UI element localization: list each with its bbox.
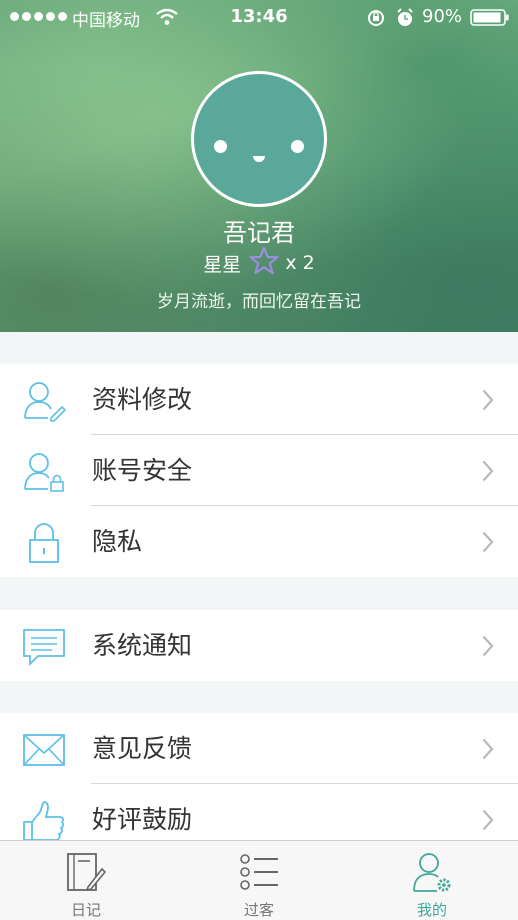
menu-item-system-notifications[interactable]: 系统通知 bbox=[0, 610, 518, 681]
stars-count: x 2 bbox=[285, 252, 315, 274]
rotation-lock-icon bbox=[366, 8, 386, 33]
tab-diary[interactable]: 日记 bbox=[0, 841, 172, 920]
menu-item-label: 意见反馈 bbox=[92, 734, 193, 763]
tab-label: 过客 bbox=[243, 901, 274, 919]
chevron-right-icon bbox=[482, 635, 494, 661]
stars-row: 星星 x 2 bbox=[0, 246, 518, 280]
user-lock-icon bbox=[22, 451, 66, 493]
avatar[interactable] bbox=[191, 71, 327, 207]
status-bar: 中国移动 13:46 90% bbox=[0, 0, 518, 34]
avatar-eye bbox=[214, 140, 227, 153]
list-icon bbox=[239, 851, 279, 897]
menu-item-feedback[interactable]: 意见反馈 bbox=[0, 713, 518, 784]
tab-mine[interactable]: 我的 bbox=[346, 841, 518, 920]
avatar-mouth bbox=[253, 156, 265, 162]
notifications-group: 系统通知 bbox=[0, 610, 518, 681]
chevron-right-icon bbox=[482, 389, 494, 415]
tab-passersby[interactable]: 过客 bbox=[173, 841, 345, 920]
menu-item-account-security[interactable]: 账号安全 bbox=[0, 435, 518, 506]
menu-item-label: 隐私 bbox=[92, 527, 143, 556]
stars-label: 星星 bbox=[203, 253, 242, 276]
feedback-group: 意见反馈 好评鼓励 bbox=[0, 713, 518, 855]
diary-icon bbox=[66, 851, 107, 897]
alarm-icon bbox=[396, 8, 414, 33]
mail-icon bbox=[22, 729, 66, 771]
user-edit-icon bbox=[22, 380, 67, 422]
menu-item-label: 账号安全 bbox=[92, 456, 193, 485]
chevron-right-icon bbox=[482, 460, 494, 486]
battery-icon bbox=[470, 9, 510, 31]
menu-item-edit-profile[interactable]: 资料修改 bbox=[0, 364, 518, 435]
lock-icon bbox=[22, 522, 66, 564]
chevron-right-icon bbox=[482, 738, 494, 764]
menu-item-label: 资料修改 bbox=[92, 385, 193, 414]
tab-label: 我的 bbox=[416, 901, 447, 919]
battery-percentage: 90% bbox=[422, 6, 463, 27]
avatar-eye bbox=[291, 140, 304, 153]
tab-bar: 日记 过客 我的 bbox=[0, 840, 518, 920]
chevron-right-icon bbox=[482, 531, 494, 557]
profile-header: 中国移动 13:46 90% 吾记君 星星 x 2 岁月流逝，而回忆留在吾记 bbox=[0, 0, 518, 332]
menu-item-label: 系统通知 bbox=[92, 631, 193, 660]
tab-label: 日记 bbox=[70, 901, 101, 919]
chevron-right-icon bbox=[482, 809, 494, 835]
star-icon bbox=[249, 246, 279, 280]
thumbs-up-icon bbox=[22, 800, 66, 842]
profile-name: 吾记君 bbox=[223, 219, 295, 247]
user-settings-icon bbox=[412, 851, 452, 897]
menu-item-privacy[interactable]: 隐私 bbox=[0, 506, 518, 577]
account-settings-group: 资料修改 账号安全 隐私 bbox=[0, 364, 518, 577]
message-icon bbox=[22, 626, 66, 668]
profile-motto: 岁月流逝，而回忆留在吾记 bbox=[157, 292, 361, 312]
